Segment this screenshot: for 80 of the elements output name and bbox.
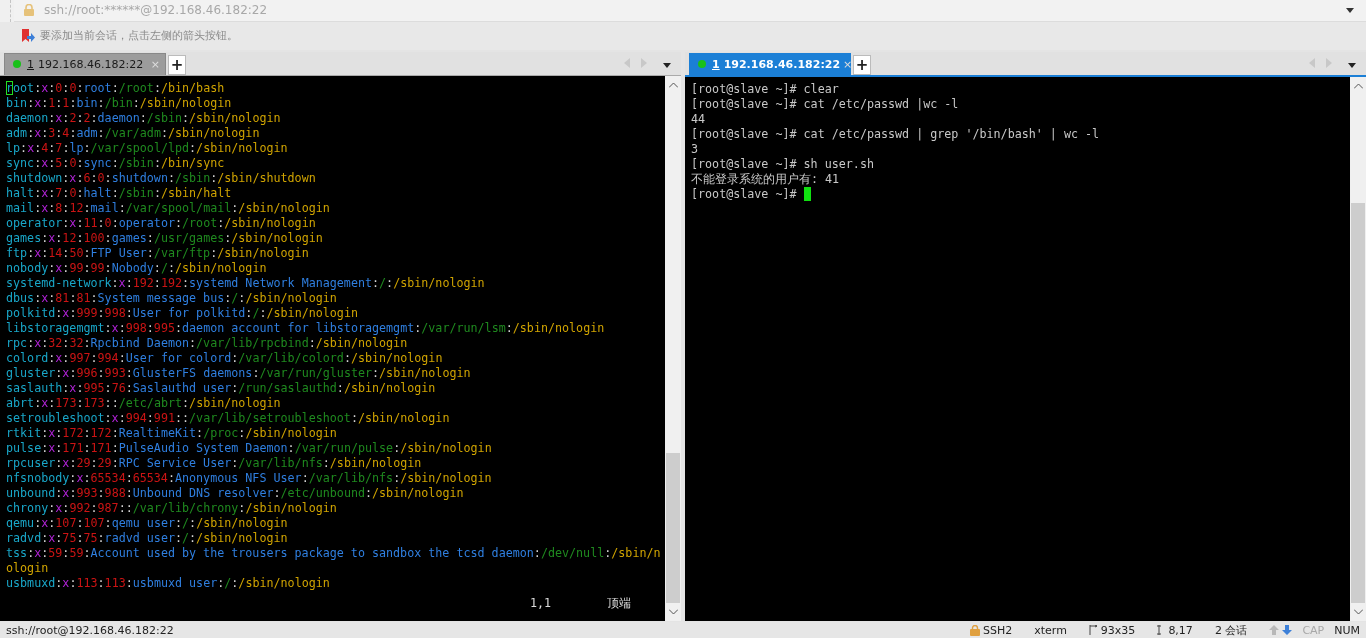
terminal-screen[interactable]: [root@slave ~]# clear [root@slave ~]# cat /etc/passwd |wc -l 44 [root@slave ~]# cat /etc/passwd | grep '/bin/bash' | wc -l 3 [root@slave ~]# sh user.sh 不能登录系统的用户有: 41 [root@slave ~]# bbox=[685, 76, 1366, 622]
status-label: 2 会话 bbox=[1214, 622, 1248, 638]
scrollbar[interactable] bbox=[1350, 76, 1366, 622]
terminal-line: saslauth:x:995:76:Saslauthd user:/run/saslauthd:/sbin/nologin bbox=[6, 380, 437, 396]
terminal-line: chrony:x:992:987::/var/lib/chrony:/sbin/nologin bbox=[6, 500, 338, 516]
connection-address: ssh://root@192.168.46.182:22 bbox=[6, 623, 174, 637]
terminal-line: systemd-network:x:192:192:systemd Network Management:/:/sbin/nologin bbox=[6, 275, 486, 291]
terminal-line: adm:x:3:4:adm:/var/adm:/sbin/nologin bbox=[6, 125, 261, 141]
key-indicator: NUM bbox=[1334, 623, 1360, 637]
terminal-line: daemon:x:2:2:daemon:/sbin:/sbin/nologin bbox=[6, 110, 282, 126]
terminal-line: tss:x:59:59:Account used by the trousers package to sandbox the tcsd daemon:/dev/null:/sbin/nologin bbox=[6, 545, 662, 576]
terminal-line: colord:x:997:994:User for colord:/var/lib/colord:/sbin/nologin bbox=[6, 350, 444, 366]
terminal-line: unbound:x:993:988:Unbound DNS resolver:/etc/unbound:/sbin/nologin bbox=[6, 485, 465, 501]
tab-menu-caret-icon[interactable] bbox=[663, 62, 671, 68]
terminal-line: 3 bbox=[691, 141, 699, 157]
terminal-size: 93x35 bbox=[1100, 623, 1136, 637]
terminal-line: rtkit:x:172:172:RealtimeKit:/proc:/sbin/nologin bbox=[6, 425, 338, 441]
new-tab-button[interactable]: + bbox=[168, 54, 186, 75]
up-arrow-icon[interactable] bbox=[1269, 625, 1280, 635]
terminal-line: [root@slave ~]# clear bbox=[691, 81, 839, 97]
terminal-line: operator:x:11:0:operator:/root:/sbin/nologin bbox=[6, 215, 317, 231]
scroll-down-icon[interactable] bbox=[668, 609, 678, 616]
lock-icon bbox=[23, 4, 35, 17]
scroll-up-icon[interactable] bbox=[1353, 82, 1363, 89]
down-arrow-icon[interactable] bbox=[1282, 625, 1293, 635]
terminal-line: games:x:12:100:games:/usr/games:/sbin/nologin bbox=[6, 230, 324, 246]
scroll-position: 顶端 bbox=[607, 596, 632, 612]
tab-menu-caret-icon[interactable] bbox=[1348, 62, 1356, 68]
terminal-line: rpc:x:32:32:Rpcbind Daemon:/var/lib/rpcbind:/sbin/nologin bbox=[6, 335, 409, 351]
terminal-line: [root@slave ~]# sh user.sh bbox=[691, 156, 874, 172]
terminal-line: 不能登录系统的用户有: 41 bbox=[691, 171, 840, 187]
terminal-screen[interactable] bbox=[0, 75, 681, 622]
scroll-thumb[interactable] bbox=[666, 453, 680, 604]
terminal-line: pulse:x:171:171:PulseAudio System Daemon:/var/run/pulse:/sbin/nologin bbox=[6, 440, 493, 456]
session-tab[interactable]: 1 192.168.46.182:22 × bbox=[689, 52, 851, 75]
new-tab-button[interactable]: + bbox=[853, 54, 871, 75]
dropdown-caret-icon[interactable] bbox=[1346, 8, 1354, 13]
terminal-line: polkitd:x:999:998:User for polkitd:/:/sbin/nologin bbox=[6, 305, 359, 321]
terminal-line: rpcuser:x:29:29:RPC Service User:/var/lib/nfs:/sbin/nologin bbox=[6, 455, 423, 471]
terminal-line: abrt:x:173:173::/etc/abrt:/sbin/nologin bbox=[6, 395, 282, 411]
terminal-line: usbmuxd:x:113:113:usbmuxd user:/:/sbin/nologin bbox=[6, 575, 331, 591]
scrollbar[interactable] bbox=[665, 75, 681, 622]
session-tab[interactable]: 1 192.168.46.182:22 × bbox=[4, 52, 166, 75]
scroll-right-icon[interactable] bbox=[640, 57, 647, 68]
terminal-line: [root@slave ~]# cat /etc/passwd |wc -l bbox=[691, 96, 959, 112]
address-text: ssh://root:******@192.168.46.182:22 bbox=[44, 3, 269, 18]
terminal-line: lp:x:4:7:lp:/var/spool/lpd:/sbin/nologin bbox=[6, 140, 289, 156]
terminal-line: shutdown:x:6:0:shutdown:/sbin:/sbin/shutdown bbox=[6, 170, 317, 186]
scroll-left-icon[interactable] bbox=[1309, 57, 1316, 68]
scroll-up-icon[interactable] bbox=[668, 81, 678, 88]
terminal-line: nobody:x:99:99:Nobody:/:/sbin/nologin bbox=[6, 260, 268, 276]
scroll-right-icon[interactable] bbox=[1325, 57, 1332, 68]
terminal-line: [root@slave ~]# bbox=[691, 186, 798, 202]
terminal-line: ftp:x:14:50:FTP User:/var/ftp:/sbin/nologin bbox=[6, 245, 310, 261]
terminal-line: radvd:x:75:75:radvd user:/:/sbin/nologin bbox=[6, 530, 289, 546]
protocol-label: SSH2 bbox=[982, 623, 1013, 637]
terminal-line: libstoragemgmt:x:998:995:daemon account for libstoragemgmt:/var/run/lsm:/sbin/nologin bbox=[6, 320, 606, 336]
key-indicator: CAP bbox=[1302, 623, 1325, 637]
terminal-line: mail:x:8:12:mail:/var/spool/mail:/sbin/nologin bbox=[6, 200, 331, 216]
terminal-line: [root@slave ~]# cat /etc/passwd | grep '/bin/bash' | wc -l bbox=[691, 126, 1100, 142]
cursor-position: 1,1 bbox=[530, 596, 552, 612]
cursor-position: 8,17 bbox=[1168, 623, 1193, 637]
terminal-line: halt:x:7:0:halt:/sbin:/sbin/halt bbox=[6, 185, 233, 201]
terminal-line: bin:x:1:1:bin:/bin:/sbin/nologin bbox=[6, 95, 233, 111]
scroll-down-icon[interactable] bbox=[1353, 609, 1363, 616]
terminal-line: 44 bbox=[691, 111, 706, 127]
bookmark-arrow-icon[interactable] bbox=[20, 27, 36, 44]
status-label: xterm bbox=[1034, 623, 1067, 637]
hint-text: 要添加当前会话，点击左侧的箭头按钮。 bbox=[40, 28, 238, 44]
scroll-thumb[interactable] bbox=[1351, 203, 1365, 604]
scroll-left-icon[interactable] bbox=[624, 57, 631, 68]
terminal-line: sync:x:5:0:sync:/sbin:/bin/sync bbox=[6, 155, 226, 171]
terminal-line: qemu:x:107:107:qemu user:/:/sbin/nologin bbox=[6, 515, 289, 531]
text-cursor bbox=[803, 187, 811, 202]
terminal-line: nfsnobody:x:65534:65534:Anonymous NFS User:/var/lib/nfs:/sbin/nologin bbox=[6, 470, 493, 486]
resize-icon bbox=[1088, 625, 1098, 635]
terminal-line: gluster:x:996:993:GlusterFS daemons:/var/run/gluster:/sbin/nologin bbox=[6, 365, 472, 381]
lock-icon bbox=[969, 624, 980, 636]
terminal-line: setroubleshoot:x:994:991::/var/lib/setroubleshoot:/sbin/nologin bbox=[6, 410, 451, 426]
terminal-line: dbus:x:81:81:System message bus:/:/sbin/nologin bbox=[6, 290, 338, 306]
